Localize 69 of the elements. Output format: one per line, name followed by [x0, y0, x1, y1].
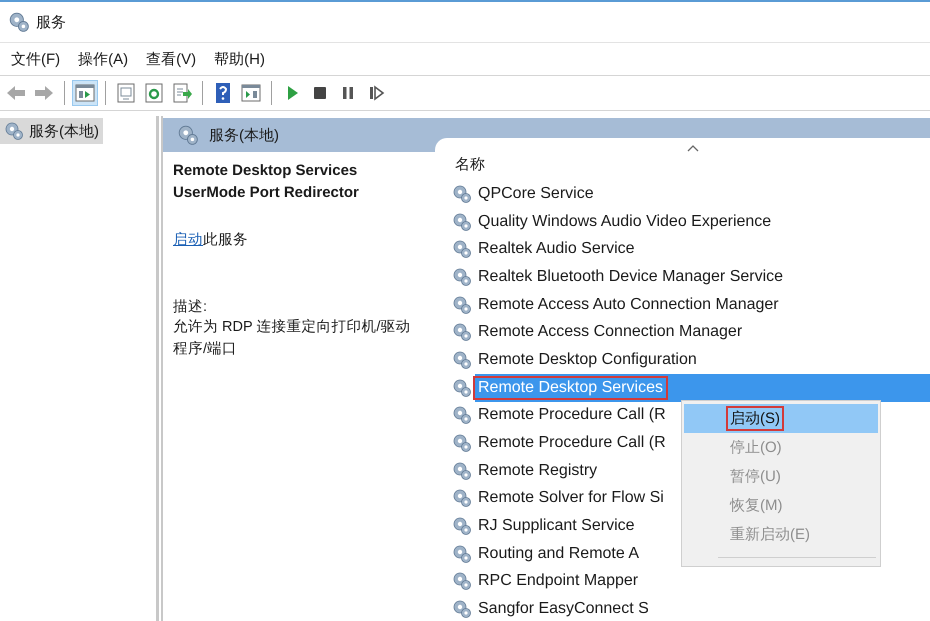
gear-icon — [452, 571, 472, 592]
toolbar-button[interactable] — [72, 80, 98, 106]
service-name: Remote Desktop Services UserMode Port Redirector — [173, 161, 360, 203]
service-row[interactable]: Remote Access Auto Connection Manager — [435, 290, 784, 318]
service-row[interactable]: Remote Solver for Flow Si — [435, 484, 669, 512]
window-title: 服务 — [36, 12, 66, 32]
gear-icon — [452, 378, 472, 398]
gear-icon — [452, 433, 472, 454]
properties-icon — [115, 82, 137, 104]
service-row[interactable]: Realtek Audio Service — [435, 235, 640, 264]
service-row[interactable]: Remote Procedure Call (R — [435, 402, 671, 430]
gear-icon — [452, 184, 472, 204]
tree-item[interactable]: 服务(本地) — [0, 118, 103, 144]
service-name: Realtek Audio Service — [477, 239, 636, 260]
gear-icon — [452, 266, 472, 287]
service-name: Remote Registry — [477, 460, 598, 481]
pane-toggle-icon — [74, 82, 96, 104]
service-row[interactable]: Sangfor EasyConnect S — [435, 595, 654, 621]
service-name: QPCore Service — [477, 184, 595, 204]
service-name: Remote Procedure Call (R — [477, 405, 667, 426]
service-name: Remote Procedure Call (R — [477, 433, 667, 454]
service-name: Quality Windows Audio Video Experience — [477, 212, 772, 232]
gear-icon — [452, 212, 472, 232]
gear-icon — [452, 544, 472, 564]
gear-icon — [4, 121, 24, 141]
service-name: Routing and Remote A — [477, 544, 640, 564]
service-name: Remote Desktop Configuration — [477, 350, 698, 370]
service-row[interactable]: Routing and Remote A — [435, 540, 644, 568]
gear-icon — [452, 294, 472, 315]
start-link[interactable]: 启动 — [173, 232, 203, 248]
menu-item[interactable]: 文件(F) — [4, 48, 68, 70]
description-label: 描述: — [173, 298, 208, 316]
menu-item[interactable]: 查看(V) — [139, 48, 204, 70]
gear-icon — [452, 239, 472, 260]
service-name: RPC Endpoint Mapper — [477, 571, 640, 592]
service-row[interactable]: Remote Procedure Call (R — [435, 429, 671, 457]
refresh-icon — [143, 82, 165, 104]
description-text: 允许为 RDP 连接重定向打印机/驱动程序/端口 — [173, 318, 412, 359]
gear-icon — [8, 11, 30, 33]
menu-item[interactable]: 操作(A) — [71, 48, 136, 70]
service-row[interactable]: Quality Windows Audio Video Experience — [435, 208, 776, 236]
menu-item[interactable]: 帮助(H) — [207, 48, 272, 70]
service-row[interactable]: Remote Desktop Configuration — [435, 346, 702, 374]
service-name: Realtek Bluetooth Device Manager Service — [477, 266, 784, 287]
service-name: Remote Desktop Services — [473, 376, 668, 400]
gear-icon — [177, 124, 199, 146]
service-name: RJ Supplicant Service — [477, 516, 636, 536]
service-name: Remote Access Auto Connection Manager — [477, 294, 780, 315]
service-name: Remote Access Connection Manager — [477, 322, 744, 342]
service-name: Sangfor EasyConnect S — [477, 599, 650, 620]
gear-icon — [452, 488, 472, 508]
service-row[interactable]: QPCore Service — [435, 180, 599, 208]
export-list-icon — [171, 82, 193, 104]
service-row[interactable]: Realtek Bluetooth Device Manager Service — [435, 263, 788, 291]
service-name: Remote Solver for Flow Si — [477, 488, 665, 508]
pane-title: 服务(本地) — [209, 126, 279, 144]
window-view-icon — [240, 82, 262, 104]
service-row[interactable]: Remote Registry — [435, 456, 602, 485]
gear-icon — [452, 516, 472, 536]
column-header[interactable]: 名称 — [435, 148, 930, 180]
gear-icon — [452, 322, 472, 342]
context-menu-item[interactable]: 启动(S) — [684, 404, 878, 433]
gear-icon — [452, 405, 472, 426]
gear-icon — [452, 350, 472, 370]
service-row[interactable]: Remote Access Connection Manager — [435, 318, 748, 346]
action-text: 启动此服务 — [173, 230, 249, 249]
service-row[interactable]: RPC Endpoint Mapper — [435, 568, 644, 596]
gear-icon — [452, 460, 472, 481]
service-row[interactable]: RJ Supplicant Service — [435, 512, 640, 540]
